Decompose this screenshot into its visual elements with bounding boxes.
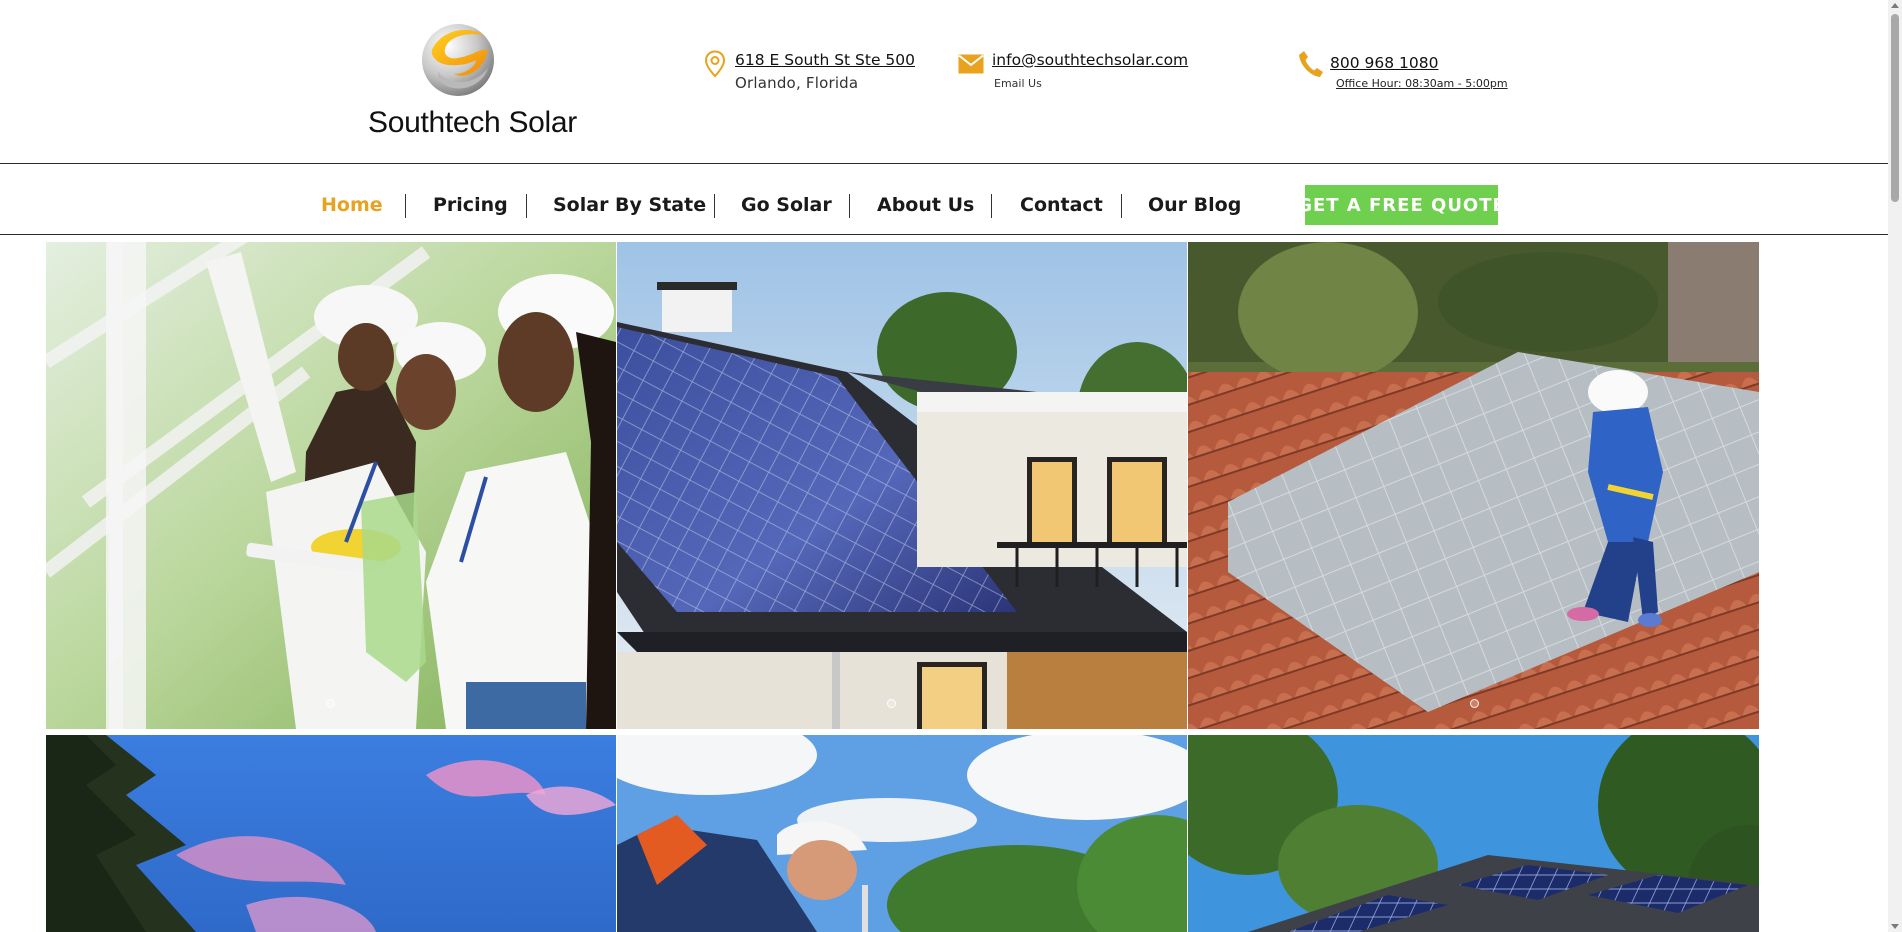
nav-contact[interactable]: Contact — [1020, 194, 1103, 216]
phone-link[interactable]: 800 968 1080 — [1330, 54, 1438, 72]
office-hours[interactable]: Office Hour: 08:30am - 5:00pm — [1336, 77, 1508, 90]
house-solar-photo — [617, 242, 1187, 729]
scroll-up-icon[interactable] — [1891, 3, 1899, 8]
location-pin-icon — [704, 50, 726, 82]
scroll-down-icon[interactable] — [1891, 924, 1899, 929]
phone-icon — [1298, 50, 1324, 82]
email-label: Email Us — [994, 77, 1042, 90]
page-scrollbar[interactable] — [1888, 0, 1902, 932]
nav-solar-by-state[interactable]: Solar By State — [553, 194, 706, 216]
envelope-icon — [958, 54, 984, 78]
nav-about-us[interactable]: About Us — [877, 194, 974, 216]
gallery-tile-house[interactable] — [617, 242, 1187, 729]
nav-divider — [405, 194, 406, 218]
installer-photo — [617, 735, 1187, 932]
roof-technician-photo — [1188, 242, 1759, 729]
logo-sphere-icon — [422, 24, 494, 96]
roof-panels-photo — [1188, 735, 1759, 932]
site-header: Southtech Solar 618 E South St Ste 500 O… — [0, 0, 1888, 164]
nav-divider — [526, 194, 527, 218]
technicians-photo — [46, 242, 616, 729]
brand-logo[interactable]: Southtech Solar — [368, 20, 577, 144]
main-nav: Home Pricing Solar By State Go Solar Abo… — [0, 165, 1888, 235]
nav-pricing[interactable]: Pricing — [433, 194, 508, 216]
scroll-thumb[interactable] — [1891, 14, 1899, 202]
nav-our-blog[interactable]: Our Blog — [1148, 194, 1241, 216]
nav-home[interactable]: Home — [321, 194, 383, 216]
gallery-tile-installer[interactable] — [617, 735, 1187, 932]
nav-divider — [1121, 194, 1122, 218]
gallery-tile-sky[interactable] — [46, 735, 616, 932]
nav-go-solar[interactable]: Go Solar — [741, 194, 832, 216]
gallery-tile-roof-panels[interactable] — [1188, 735, 1759, 932]
address-city: Orlando, Florida — [735, 74, 859, 92]
email-link[interactable]: info@southtechsolar.com — [992, 51, 1188, 69]
slide-dot[interactable] — [326, 699, 335, 708]
slide-dot[interactable] — [887, 699, 896, 708]
free-quote-button[interactable]: GET A FREE QUOTE — [1297, 185, 1505, 225]
gallery-tile-technicians[interactable] — [46, 242, 616, 729]
brand-name: Southtech Solar — [368, 106, 577, 139]
nav-divider — [849, 194, 850, 218]
slide-dot[interactable] — [1470, 699, 1479, 708]
nav-divider — [991, 194, 992, 218]
nav-divider — [714, 194, 715, 218]
address-link[interactable]: 618 E South St Ste 500 — [735, 51, 915, 69]
sky-tree-photo — [46, 735, 616, 932]
gallery-tile-roof-technician[interactable] — [1188, 242, 1759, 729]
